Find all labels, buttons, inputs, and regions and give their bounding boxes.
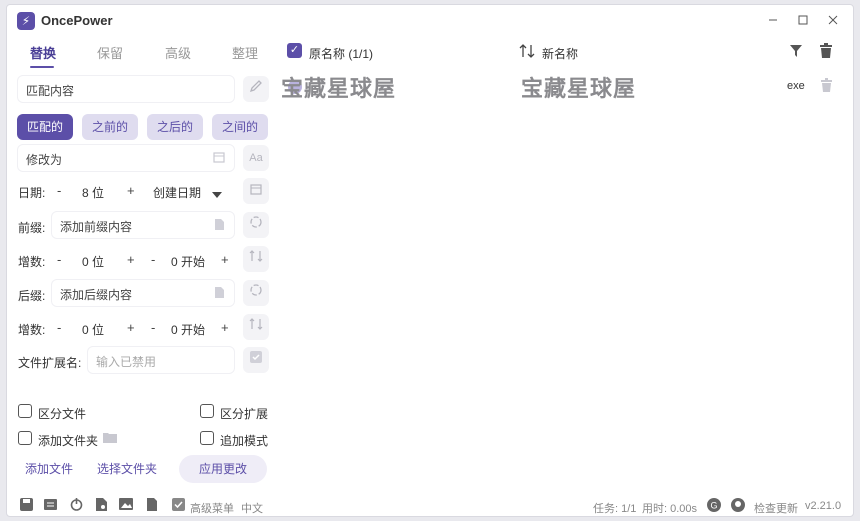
mode-after-button[interactable]: 之后的 [147, 114, 203, 140]
mode-match-button[interactable]: 匹配的 [17, 114, 73, 140]
suffix-placeholder: 添加后缀内容 [60, 288, 133, 302]
file-icon[interactable] [212, 286, 226, 300]
prefix-input[interactable]: 添加前缀内容 [51, 211, 235, 239]
app-title: OncePower [41, 13, 113, 28]
suffix-label: 后缀: [18, 289, 46, 303]
date-calendar-icon[interactable] [243, 178, 269, 204]
gitee-icon[interactable]: G [707, 498, 721, 512]
mode-before-button[interactable]: 之前的 [82, 114, 138, 140]
document-icon[interactable] [145, 498, 159, 512]
increment1-digits-minus[interactable]: - [57, 252, 61, 267]
date-minus-button[interactable]: - [57, 183, 61, 198]
calendar-icon[interactable] [212, 151, 226, 165]
mode-between-button[interactable]: 之间的 [212, 114, 268, 140]
distinguish-ext-label: 区分扩展 [220, 407, 269, 421]
tab-keep[interactable]: 保留 [97, 43, 123, 62]
append-mode-label: 追加模式 [220, 434, 269, 448]
power-icon[interactable] [69, 498, 83, 512]
date-plus-button[interactable]: + [127, 183, 135, 198]
distinguish-file-checkbox[interactable] [18, 404, 32, 418]
select-all-checkbox[interactable]: ✓ [287, 43, 302, 58]
title-bar: ⚡ OncePower [7, 5, 853, 37]
tab-advanced[interactable]: 高级 [165, 43, 191, 62]
close-icon[interactable] [823, 11, 843, 31]
increment2-label: 增数: [18, 323, 46, 337]
new-name-cell[interactable]: 宝藏星球屋 [521, 71, 636, 103]
select-folder-button[interactable]: 选择文件夹 [97, 460, 157, 477]
list-icon[interactable] [43, 498, 57, 512]
file-icon[interactable] [212, 218, 226, 232]
swap-icon[interactable] [243, 246, 269, 272]
check-update-link[interactable]: 检查更新 [754, 500, 798, 516]
replace-input-value: 修改为 [26, 153, 63, 167]
increment2-digits-plus[interactable]: + [127, 320, 135, 335]
prefix-placeholder: 添加前缀内容 [60, 220, 133, 234]
app-logo-icon: ⚡ [17, 12, 35, 30]
file-settings-icon[interactable] [94, 498, 108, 512]
date-digits-value: 8 位 [82, 186, 105, 200]
minimize-icon[interactable] [763, 11, 783, 31]
add-file-button[interactable]: 添加文件 [25, 460, 73, 477]
date-type-select[interactable]: 创建日期 [153, 184, 201, 201]
svg-text:G: G [710, 501, 717, 511]
case-toggle-icon[interactable]: Aa [243, 145, 269, 171]
refresh-icon[interactable] [243, 280, 269, 306]
advanced-menu-label[interactable]: 高级菜单 [190, 500, 234, 516]
increment2-start-plus[interactable]: + [221, 320, 229, 335]
date-label: 日期: [18, 186, 46, 200]
add-folder-checkbox[interactable] [18, 431, 32, 445]
original-name-cell[interactable]: 宝藏星球屋 [281, 71, 396, 103]
swap-icon[interactable] [243, 314, 269, 340]
distinguish-ext-checkbox[interactable] [200, 404, 214, 418]
match-input[interactable]: 匹配内容 [17, 75, 235, 103]
apply-changes-button[interactable]: 应用更改 [179, 455, 267, 483]
app-window: ⚡ OncePower 替换 保留 高级 整理 匹配内容 匹配的 之前的 之后的… [6, 4, 854, 517]
row-trash-icon[interactable] [821, 78, 832, 95]
increment1-digits-plus[interactable]: + [127, 252, 135, 267]
append-mode-checkbox[interactable] [200, 431, 214, 445]
check-icon[interactable] [243, 347, 269, 373]
increment1-start-plus[interactable]: + [221, 252, 229, 267]
extension-placeholder: 输入已禁用 [96, 355, 157, 369]
distinguish-file-label: 区分文件 [38, 407, 87, 421]
trash-icon[interactable] [820, 43, 832, 61]
increment1-label: 增数: [18, 255, 46, 269]
version-label: v2.21.0 [805, 500, 842, 512]
new-name-header: 新名称 [542, 47, 579, 61]
suffix-input[interactable]: 添加后缀内容 [51, 279, 235, 307]
task-count: 任务: 1/1 [593, 503, 637, 515]
increment2-digits-minus[interactable]: - [57, 320, 61, 335]
status-bar: 高级菜单 中文 任务: 1/1 用时: 0.00s G 检查更新 v2.21.0 [7, 491, 853, 516]
increment2-digits-value: 0 位 [82, 323, 105, 337]
elapsed-time: 用时: 0.00s [642, 503, 698, 515]
replace-input[interactable]: 修改为 [17, 144, 235, 172]
extension-input[interactable]: 输入已禁用 [87, 346, 235, 374]
filter-icon[interactable] [789, 44, 803, 61]
maximize-icon[interactable] [793, 11, 813, 31]
match-input-value: 匹配内容 [26, 84, 75, 98]
active-tab-indicator [30, 66, 54, 68]
increment1-start-minus[interactable]: - [151, 252, 155, 267]
chevron-down-icon[interactable] [212, 187, 222, 201]
extension-cell: exe [787, 80, 805, 92]
extension-label: 文件扩展名: [18, 356, 82, 370]
github-icon[interactable] [731, 498, 745, 512]
save-icon[interactable] [19, 498, 33, 512]
increment1-digits-value: 0 位 [82, 255, 105, 269]
folder-icon [103, 431, 117, 446]
increment2-start-value: 0 开始 [171, 323, 206, 337]
tab-replace[interactable]: 替换 [30, 43, 56, 62]
add-folder-label: 添加文件夹 [38, 434, 99, 448]
original-name-header: 原名称 (1/1) [309, 47, 374, 61]
increment2-start-minus[interactable]: - [151, 320, 155, 335]
sort-icon[interactable] [519, 43, 535, 62]
advanced-menu-checkbox[interactable] [171, 498, 185, 512]
prefix-label: 前缀: [18, 221, 46, 235]
pencil-icon[interactable] [243, 76, 269, 102]
language-toggle[interactable]: 中文 [241, 500, 263, 516]
increment1-start-value: 0 开始 [171, 255, 206, 269]
image-icon[interactable] [119, 498, 133, 512]
refresh-icon[interactable] [243, 212, 269, 238]
tab-organize[interactable]: 整理 [232, 43, 258, 62]
